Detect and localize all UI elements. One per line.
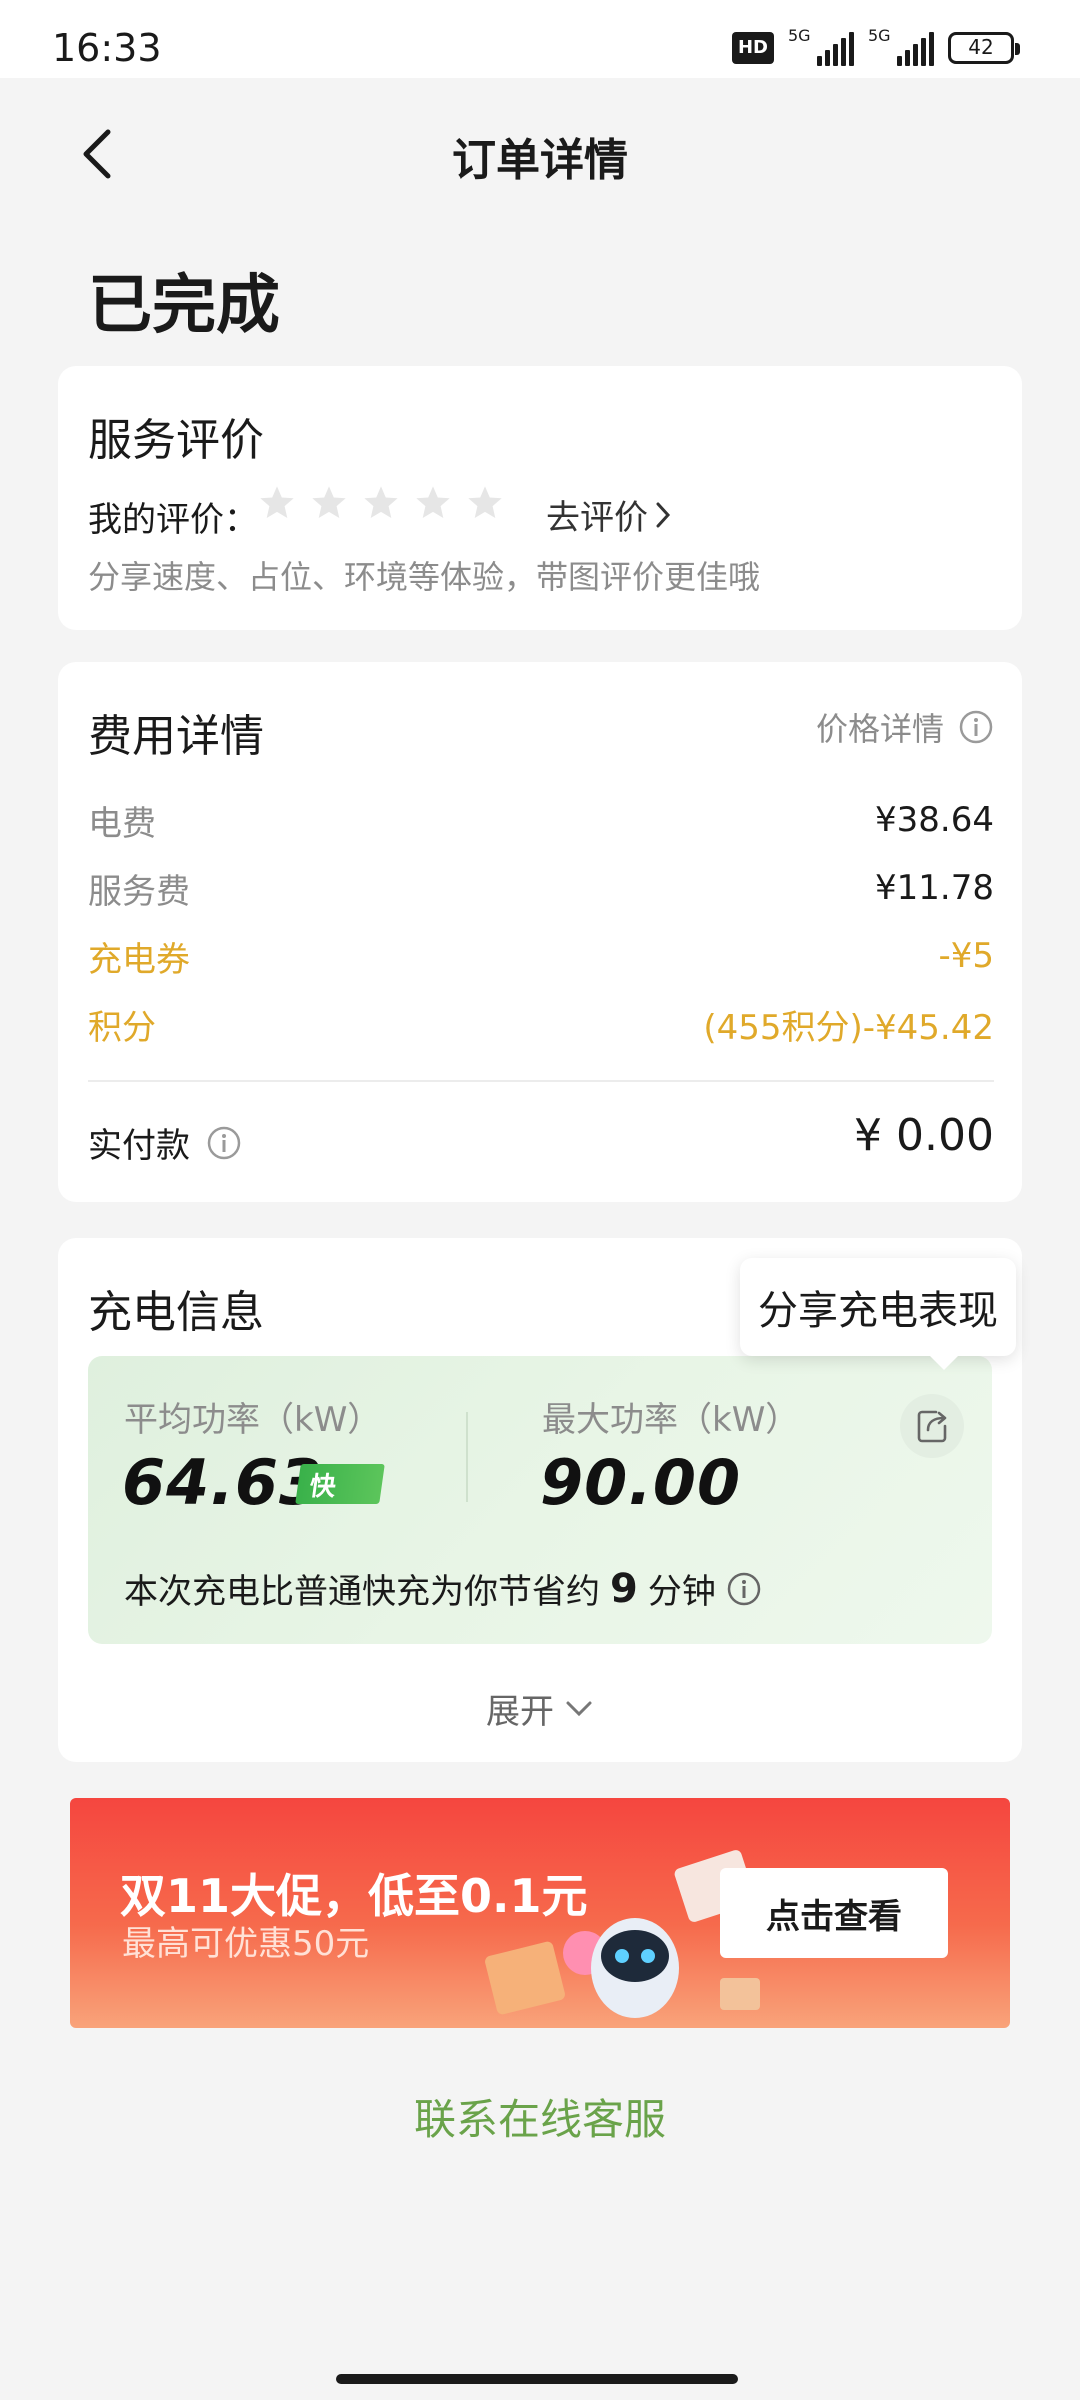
fee-card: 费用详情 价格详情 电费 ¥38.64 服务费 ¥11.78 充电券 -¥5 积… — [58, 662, 1022, 1202]
expand-label: 展开 — [486, 1692, 554, 1732]
info-icon — [959, 710, 993, 744]
header: 订单详情 — [0, 78, 1080, 226]
star-icon[interactable] — [466, 484, 504, 522]
fee-value: (455积分)-¥45.42 — [703, 1007, 994, 1048]
chevron-right-icon — [656, 502, 671, 527]
rating-stars[interactable] — [258, 484, 504, 522]
charging-title: 充电信息 — [88, 1287, 264, 1338]
share-tooltip[interactable]: 分享充电表现 — [740, 1258, 1016, 1370]
fee-label: 积分 — [88, 1007, 156, 1048]
divider — [466, 1412, 468, 1502]
signal-icon-2: 5G — [868, 26, 934, 66]
time-saved-prefix: 本次充电比普通快充为你节省约 — [124, 1572, 600, 1612]
share-button[interactable] — [900, 1394, 964, 1458]
info-icon[interactable] — [726, 1571, 762, 1607]
status-time: 16:33 — [52, 26, 162, 70]
chevron-down-icon — [566, 1701, 592, 1716]
status-icons: HD 5G 5G 42 — [731, 26, 1020, 66]
max-power-label: 最大功率（kW） — [542, 1400, 800, 1440]
fee-row-electricity: 电费 ¥38.64 — [88, 796, 994, 844]
paid-label: 实付款 — [88, 1126, 190, 1166]
review-hint: 分享速度、占位、环境等体验，带图评价更佳哦 — [88, 558, 761, 596]
info-icon[interactable] — [206, 1125, 242, 1161]
fee-row-points: 积分 (455积分)-¥45.42 — [88, 1000, 994, 1048]
fee-value: -¥5 — [938, 936, 994, 976]
share-icon — [917, 1410, 947, 1443]
fee-title: 费用详情 — [88, 711, 264, 762]
paid-label-group: 实付款 — [88, 1118, 242, 1167]
status-bar: 16:33 HD 5G 5G 42 — [0, 0, 1080, 78]
fee-value: ¥38.64 — [875, 800, 994, 840]
star-icon[interactable] — [414, 484, 452, 522]
fee-row-service: 服务费 ¥11.78 — [88, 864, 994, 912]
star-icon[interactable] — [258, 484, 296, 522]
divider — [88, 1080, 994, 1082]
star-icon[interactable] — [362, 484, 400, 522]
review-card: 服务评价 我的评价： 去评价 分享速度、占位、环境等体验，带图评价更佳哦 — [58, 366, 1022, 630]
price-detail-label: 价格详情 — [815, 710, 944, 748]
battery-icon: 42 — [948, 32, 1020, 64]
banner-cta-button[interactable]: 点击查看 — [720, 1868, 948, 1958]
expand-button[interactable]: 展开 — [58, 1684, 1022, 1733]
max-power-value: 90.00 — [540, 1446, 742, 1519]
fee-label: 电费 — [88, 803, 156, 844]
avg-power-value: 64.63 — [122, 1446, 324, 1519]
fast-badge-label: 快 — [307, 1471, 338, 1502]
power-panel: 平均功率（kW） 64.63 快 最大功率（kW） 90.00 本次充电比普通快… — [88, 1356, 992, 1644]
time-saved-minutes: 9 — [610, 1565, 638, 1612]
fast-charge-badge: 快 — [295, 1464, 385, 1504]
fee-label: 服务费 — [88, 871, 190, 912]
home-indicator[interactable] — [336, 2374, 738, 2384]
go-review-label: 去评价 — [546, 498, 648, 538]
time-saved-line: 本次充电比普通快充为你节省约 9 分钟 — [124, 1564, 762, 1613]
network-type-label-2: 5G — [868, 26, 891, 45]
banner-subtitle: 最高可优惠50元 — [122, 1924, 370, 1964]
order-status: 已完成 — [88, 269, 280, 343]
contact-support-link[interactable]: 联系在线客服 — [0, 2086, 1080, 2147]
charging-card: 充电信息 平均功率（kW） 64.63 快 最大功率（kW） 90.00 本次充… — [58, 1238, 1022, 1762]
promo-banner[interactable]: 双11大促，低至0.1元 最高可优惠50元 点击查看 — [70, 1798, 1010, 2028]
network-type-label: 5G — [788, 26, 811, 45]
price-detail-link[interactable]: 价格详情 — [816, 704, 994, 750]
paid-value: ¥ 0.00 — [854, 1110, 994, 1161]
time-saved-suffix: 分钟 — [647, 1572, 716, 1612]
avg-power-label: 平均功率（kW） — [124, 1400, 382, 1440]
fee-value: ¥11.78 — [875, 868, 994, 908]
page-title: 订单详情 — [452, 135, 628, 186]
star-icon[interactable] — [310, 484, 348, 522]
my-rating-label: 我的评价： — [88, 500, 258, 540]
review-title: 服务评价 — [88, 415, 264, 466]
fee-label: 充电券 — [88, 939, 190, 980]
hd-icon: HD — [731, 32, 774, 64]
go-review-link[interactable]: 去评价 — [546, 490, 672, 539]
fee-row-coupon: 充电券 -¥5 — [88, 932, 994, 980]
signal-icon: 5G — [788, 26, 854, 66]
